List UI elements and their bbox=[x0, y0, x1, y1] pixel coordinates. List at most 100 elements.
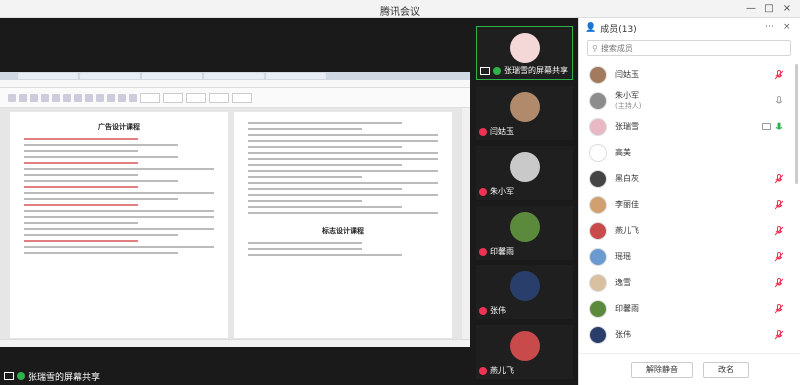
unmute-all-button[interactable]: 解除静音 bbox=[631, 361, 693, 378]
member-row[interactable]: 李丽佳 bbox=[579, 192, 800, 218]
rename-button[interactable]: 改名 bbox=[703, 361, 749, 378]
mic-muted-icon[interactable] bbox=[774, 278, 784, 288]
text-line bbox=[24, 150, 138, 152]
format-icon bbox=[63, 93, 71, 102]
member-name: 朱小军 bbox=[615, 91, 639, 100]
member-row[interactable]: 张伟 bbox=[579, 322, 800, 348]
text-line bbox=[24, 252, 178, 254]
member-name: 瑶瑶 bbox=[615, 252, 631, 261]
text-line bbox=[24, 186, 138, 188]
mic-muted-icon[interactable] bbox=[774, 70, 784, 80]
mic-muted-icon[interactable] bbox=[774, 304, 784, 314]
format-icon bbox=[19, 93, 27, 102]
participant-name: 印馨雨 bbox=[490, 247, 514, 256]
member-row[interactable]: 瑶瑶 bbox=[579, 244, 800, 270]
avatar bbox=[589, 222, 607, 240]
minimize-icon[interactable]: — bbox=[744, 2, 758, 16]
text-line bbox=[248, 242, 362, 244]
avatar bbox=[509, 92, 540, 122]
mic-muted-icon bbox=[479, 187, 487, 196]
mic-muted-icon[interactable] bbox=[774, 226, 784, 236]
participant-name: 朱小军 bbox=[490, 187, 514, 196]
participant-thumbnail[interactable]: 印馨雨 bbox=[476, 206, 573, 260]
format-icon bbox=[96, 93, 104, 102]
format-icon bbox=[74, 93, 82, 102]
member-name: 黑白灰 bbox=[615, 174, 639, 183]
member-row[interactable]: 闫姑玉 bbox=[579, 62, 800, 88]
participant-name: 张瑞雪的屏幕共享 bbox=[504, 66, 568, 75]
thumbnail-label: 印馨雨 bbox=[479, 246, 514, 257]
members-panel: 👤 成员(13) ⋯ × ⚲ 闫姑玉朱小军 (主持人) 张瑞雪高美黑白灰李丽佳燕儿飞… bbox=[578, 18, 800, 385]
members-header: 👤 成员(13) ⋯ × bbox=[579, 18, 800, 38]
text-line bbox=[248, 206, 402, 208]
members-icon: 👤 bbox=[585, 23, 597, 33]
mic-muted-icon[interactable] bbox=[774, 174, 784, 184]
search-box[interactable]: ⚲ bbox=[587, 40, 791, 56]
member-row[interactable]: 高美 bbox=[579, 140, 800, 166]
participant-thumbnail[interactable]: 张瑞雪的屏幕共享 bbox=[476, 26, 573, 80]
member-name: 张瑞雪 bbox=[615, 122, 639, 131]
style-swatch bbox=[186, 92, 206, 103]
participant-thumbnail[interactable]: 张伟 bbox=[476, 265, 573, 319]
thumbnail-label: 张伟 bbox=[479, 305, 506, 316]
member-name: 燕儿飞 bbox=[615, 226, 639, 235]
participant-thumbnail[interactable]: 朱小军 bbox=[476, 146, 573, 200]
mic-muted-icon[interactable] bbox=[774, 330, 784, 340]
participant-thumbnail[interactable]: 闫姑玉 bbox=[476, 86, 573, 140]
maximize-icon[interactable]: □ bbox=[762, 2, 776, 16]
document-scrollbar[interactable] bbox=[462, 108, 470, 339]
more-icon[interactable]: ⋯ bbox=[765, 22, 774, 32]
member-name: 印馨雨 bbox=[615, 304, 639, 313]
text-line bbox=[248, 170, 438, 172]
member-role: (主持人) bbox=[615, 102, 642, 110]
members-list: 闫姑玉朱小军 (主持人) 张瑞雪高美黑白灰李丽佳燕儿飞瑶瑶逸雪印馨雨张伟 bbox=[579, 62, 800, 367]
mic-on-icon bbox=[17, 372, 25, 380]
member-name: 逸雪 bbox=[615, 278, 631, 287]
avatar bbox=[589, 144, 607, 162]
member-row[interactable]: 黑白灰 bbox=[579, 166, 800, 192]
mic-off-icon[interactable] bbox=[775, 96, 783, 106]
member-row[interactable]: 燕儿飞 bbox=[579, 218, 800, 244]
avatar bbox=[589, 274, 607, 292]
document-tab bbox=[18, 73, 78, 79]
mic-muted-icon[interactable] bbox=[774, 200, 784, 210]
participant-name: 闫姑玉 bbox=[490, 127, 514, 136]
close-panel-icon[interactable]: × bbox=[783, 22, 791, 32]
text-line bbox=[248, 128, 362, 130]
member-row[interactable]: 印馨雨 bbox=[579, 296, 800, 322]
participant-thumbnail[interactable]: 燕儿飞 bbox=[476, 325, 573, 379]
participant-name: 张伟 bbox=[490, 306, 506, 315]
thumbnail-label: 张瑞雪的屏幕共享 bbox=[480, 65, 568, 76]
shared-screen[interactable]: 广告设计课程 标志设计课程 bbox=[0, 72, 470, 347]
avatar bbox=[589, 92, 607, 110]
mic-muted-icon[interactable] bbox=[774, 252, 784, 262]
text-line bbox=[248, 188, 402, 190]
document-page: 标志设计课程 bbox=[234, 112, 452, 338]
text-line bbox=[248, 122, 402, 124]
search-input[interactable] bbox=[600, 43, 771, 53]
text-line bbox=[24, 156, 178, 158]
document-tab bbox=[80, 73, 140, 79]
screen-share-icon bbox=[762, 123, 771, 130]
screen-share-icon bbox=[480, 66, 490, 75]
document-tab bbox=[142, 73, 202, 79]
members-scrollbar[interactable] bbox=[795, 64, 798, 184]
text-line bbox=[24, 180, 178, 182]
document-tab bbox=[266, 73, 326, 79]
thumbnail-label: 燕儿飞 bbox=[479, 365, 514, 376]
style-swatch bbox=[140, 92, 160, 103]
member-row[interactable]: 朱小军 (主持人) bbox=[579, 88, 800, 114]
page-title: 广告设计课程 bbox=[98, 123, 140, 131]
screen-share-icon bbox=[4, 372, 14, 380]
document-menu-bar bbox=[0, 80, 470, 88]
avatar bbox=[509, 331, 540, 361]
text-line bbox=[24, 246, 214, 248]
member-row[interactable]: 逸雪 bbox=[579, 270, 800, 296]
mic-on-icon[interactable] bbox=[775, 122, 783, 132]
format-icon bbox=[8, 93, 16, 102]
member-row[interactable]: 张瑞雪 bbox=[579, 114, 800, 140]
close-icon[interactable]: × bbox=[780, 2, 794, 16]
mic-muted-icon bbox=[479, 247, 487, 256]
participant-name: 燕儿飞 bbox=[490, 366, 514, 375]
avatar bbox=[509, 152, 540, 182]
